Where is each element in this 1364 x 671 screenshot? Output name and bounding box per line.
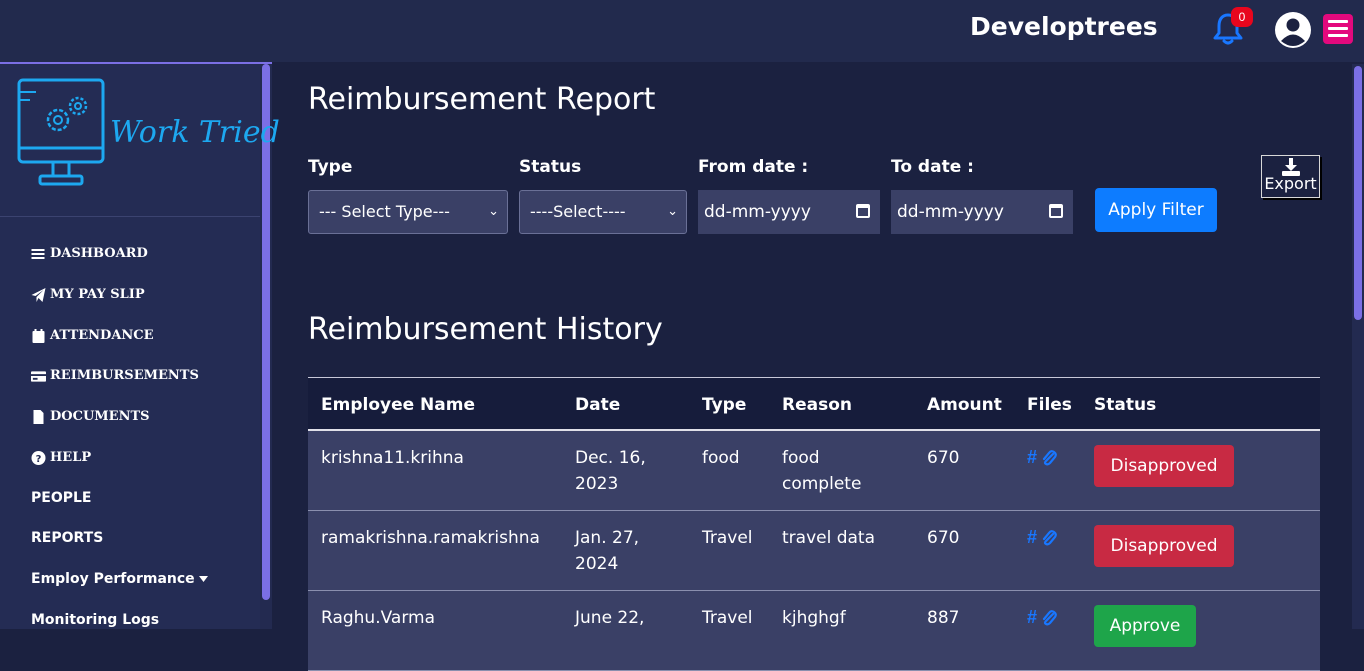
sidebar-divider [0, 216, 260, 217]
user-avatar-icon[interactable] [1274, 11, 1312, 49]
sidebar-item-label: Employ Performance [31, 571, 195, 587]
column-header: Employee Name [321, 395, 476, 415]
from-date-label: From date : [698, 157, 809, 177]
chevron-down-icon: ⌄ [488, 204, 499, 219]
to-date-value: dd-mm-yyyy [897, 202, 1004, 222]
page-title: Reimbursement Report [308, 82, 656, 117]
employee-name-cell: ramakrishna.ramakrishna [321, 528, 540, 548]
status-select[interactable]: ----Select---- ⌄ [519, 190, 687, 234]
sidebar-item-reimbursements[interactable]: REIMBURSEMENTS [31, 368, 199, 383]
sidebar-item-attendance[interactable]: ATTENDANCE [31, 328, 154, 343]
sidebar-item-label: PEOPLE [31, 490, 92, 506]
date-cell: Dec. 16, 2023 [575, 448, 646, 494]
chevron-down-icon: ⌄ [667, 204, 678, 219]
main-scrollbar[interactable] [1352, 64, 1364, 629]
sidebar-item-my-pay-slip[interactable]: MY PAY SLIP [31, 287, 145, 302]
column-header: Date [575, 395, 621, 415]
sidebar-item-documents[interactable]: DOCUMENTS [31, 409, 150, 424]
notification-badge: 0 [1231, 7, 1253, 27]
sidebar-item-dashboard[interactable]: DASHBOARD [31, 246, 148, 261]
hamburger-menu-button[interactable] [1323, 14, 1353, 44]
export-label: Export [1264, 174, 1317, 193]
files-cell[interactable]: # [1027, 447, 1057, 468]
sidebar-item-label: DOCUMENTS [50, 409, 150, 424]
type-cell: Travel [702, 528, 753, 548]
from-date-value: dd-mm-yyyy [704, 202, 811, 222]
brand-name: Developtrees [970, 12, 1158, 41]
type-select-value: --- Select Type--- [319, 202, 450, 221]
paperclip-icon[interactable] [1041, 609, 1057, 627]
file-link[interactable]: # [1027, 527, 1037, 548]
top-bar: Developtrees 0 [0, 0, 1364, 62]
type-cell: Travel [702, 608, 753, 628]
files-cell[interactable]: # [1027, 527, 1057, 548]
date-cell: June 22, [575, 608, 645, 628]
sidebar-item-monitoring-logs[interactable]: Monitoring Logs [31, 612, 159, 628]
reason-cell: travel data [782, 528, 876, 548]
calendar-icon[interactable] [1049, 204, 1063, 218]
calendar-icon[interactable] [856, 204, 870, 218]
column-header: Type [702, 395, 747, 415]
question-circle-icon: ? [31, 450, 46, 465]
status-badge-disapproved[interactable]: Disapproved [1094, 445, 1234, 487]
reason-cell: food complete [782, 448, 862, 494]
caret-down-icon [198, 576, 208, 582]
sidebar-item-label: MY PAY SLIP [50, 287, 145, 302]
table-header: Employee Name Date Type Reason Amount Fi… [308, 377, 1320, 431]
sidebar-item-label: HELP [50, 450, 92, 465]
logo-text: Work Tried [110, 115, 280, 150]
sidebar-item-label: REIMBURSEMENTS [50, 368, 199, 383]
sidebar-item-help[interactable]: ? HELP [31, 450, 91, 465]
export-button[interactable]: Export [1261, 155, 1320, 198]
to-date-input[interactable]: dd-mm-yyyy [891, 190, 1073, 234]
type-select[interactable]: --- Select Type--- ⌄ [308, 190, 508, 234]
to-date-label: To date : [891, 157, 974, 177]
files-cell[interactable]: # [1027, 607, 1057, 628]
table-row: Raghu.Varma June 22, Travel kjhghgf 887 … [308, 591, 1320, 671]
status-select-value: ----Select---- [530, 202, 626, 221]
sidebar-item-employ-performance[interactable]: Employ Performance [31, 571, 208, 587]
reason-cell: kjhghgf [782, 608, 846, 628]
column-header: Reason [782, 395, 852, 415]
amount-cell: 670 [927, 528, 960, 548]
bars-icon [31, 248, 45, 259]
table-row: ramakrishna.ramakrishna Jan. 27, 2024 Tr… [308, 511, 1320, 591]
table-row: krishna11.krihna Dec. 16, 2023 food food… [308, 431, 1320, 511]
credit-card-icon [31, 370, 46, 382]
sidebar-item-label: ATTENDANCE [50, 328, 154, 343]
calendar-icon [32, 328, 45, 343]
column-header: Amount [927, 395, 1002, 415]
sidebar-item-label: Monitoring Logs [31, 612, 160, 628]
svg-text:?: ? [36, 454, 42, 465]
paperclip-icon[interactable] [1041, 529, 1057, 547]
type-filter-label: Type [308, 157, 353, 177]
history-title: Reimbursement History [308, 312, 663, 347]
status-badge-disapproved[interactable]: Disapproved [1094, 525, 1234, 567]
paper-plane-icon [31, 287, 46, 302]
employee-name-cell: krishna11.krihna [321, 448, 464, 468]
approve-button[interactable]: Approve [1094, 605, 1196, 647]
from-date-input[interactable]: dd-mm-yyyy [698, 190, 880, 234]
sidebar-item-label: DASHBOARD [50, 246, 148, 261]
file-link[interactable]: # [1027, 447, 1037, 468]
paperclip-icon[interactable] [1041, 449, 1057, 467]
status-filter-label: Status [519, 157, 582, 177]
sidebar-item-people[interactable]: PEOPLE [31, 490, 91, 506]
type-cell: food [702, 448, 740, 468]
employee-name-cell: Raghu.Varma [321, 608, 435, 628]
amount-cell: 670 [927, 448, 960, 468]
sidebar-item-reports[interactable]: REPORTS [31, 530, 103, 546]
apply-filter-button[interactable]: Apply Filter [1095, 188, 1217, 232]
amount-cell: 887 [927, 608, 960, 628]
column-header: Status [1094, 395, 1157, 415]
date-cell: Jan. 27, 2024 [575, 528, 640, 574]
column-header: Files [1027, 395, 1072, 415]
sidebar-item-label: REPORTS [31, 530, 104, 546]
file-icon [33, 409, 44, 424]
file-link[interactable]: # [1027, 607, 1037, 628]
